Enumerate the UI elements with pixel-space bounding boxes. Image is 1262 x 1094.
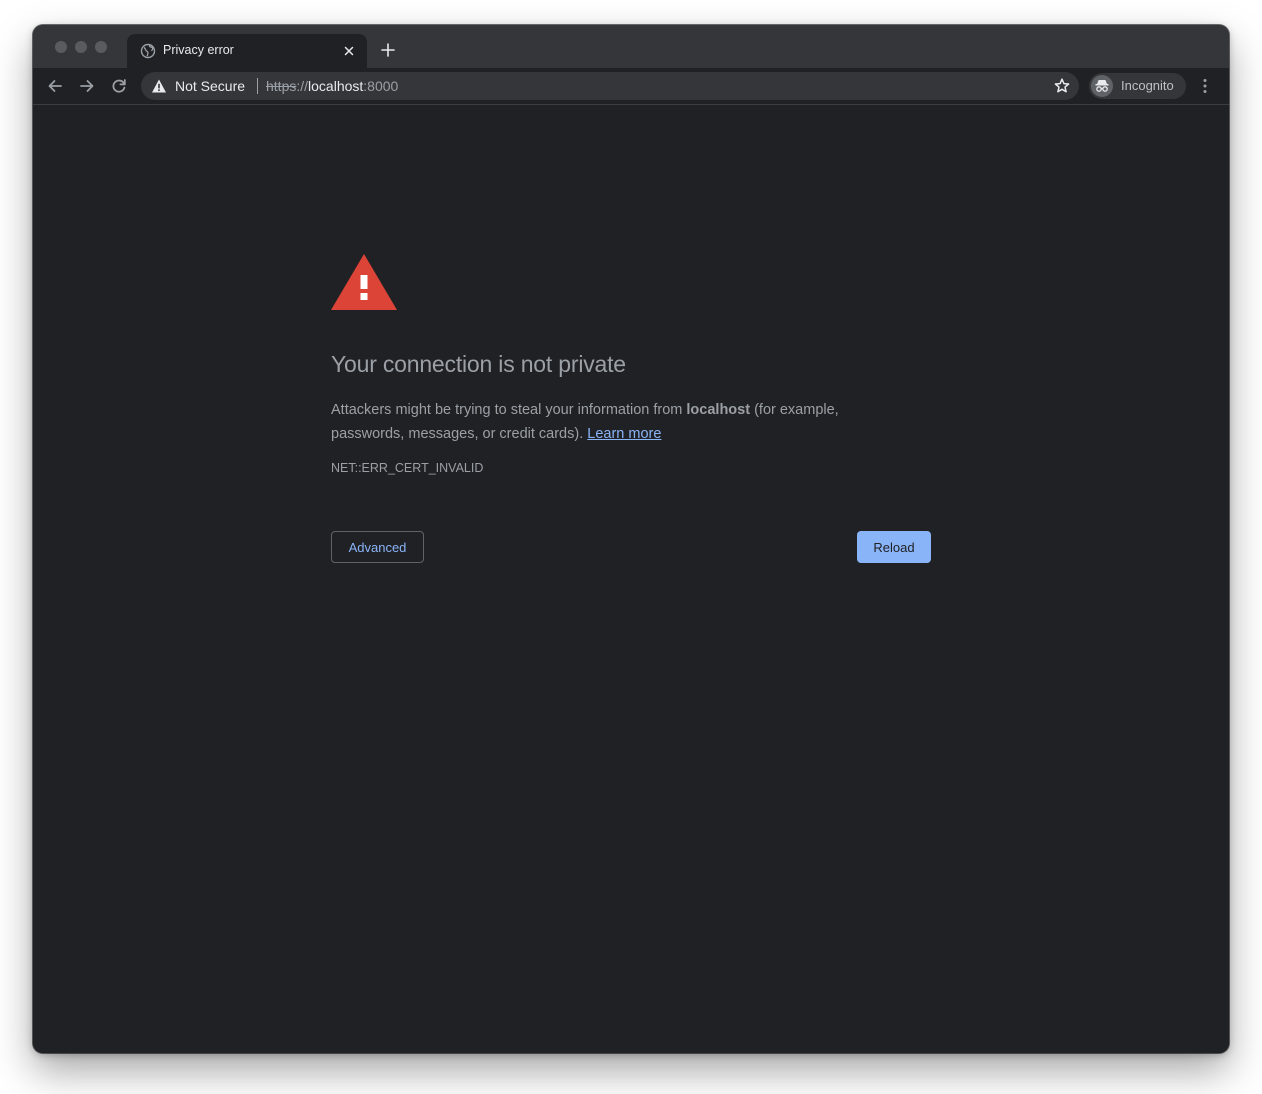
reload-button[interactable]: Reload [857, 531, 931, 563]
star-icon[interactable] [1053, 77, 1071, 95]
error-code: NET::ERR_CERT_INVALID [331, 461, 484, 475]
plus-icon[interactable] [380, 42, 396, 58]
warning-triangle-icon[interactable] [151, 78, 167, 94]
url-scheme: https [266, 78, 297, 94]
close-window-button[interactable] [55, 41, 67, 53]
url-host: localhost [308, 78, 364, 94]
description-text: Attackers might be trying to steal your … [331, 402, 687, 418]
url-port: :8000 [363, 78, 399, 94]
page-title: Your connection is not private [331, 351, 626, 377]
active-tab[interactable]: Privacy error [127, 34, 367, 68]
learn-more-link[interactable]: Learn more [587, 426, 661, 442]
url-scheme-separator: :// [296, 78, 309, 94]
advanced-button[interactable]: Advanced [331, 531, 424, 563]
forward-arrow-icon[interactable] [77, 76, 97, 96]
back-arrow-icon[interactable] [45, 76, 65, 96]
tab-title: Privacy error [163, 43, 234, 57]
minimize-window-button[interactable] [75, 41, 87, 53]
tab-strip: Privacy error [33, 25, 1229, 68]
divider [257, 78, 258, 94]
close-icon[interactable] [341, 43, 357, 59]
address-bar[interactable]: Not Secure https://localhost:8000 [141, 72, 1079, 100]
incognito-icon [1091, 75, 1113, 97]
kebab-menu-icon[interactable] [1196, 77, 1214, 95]
error-triangle-icon [330, 253, 398, 311]
error-description: Attackers might be trying to steal your … [331, 398, 891, 446]
browser-window: Privacy error Not Secure https://localho… [33, 25, 1229, 1053]
incognito-profile-button[interactable]: Incognito [1089, 73, 1186, 99]
page-content: Your connection is not private Attackers… [33, 105, 1229, 1053]
reload-icon[interactable] [109, 76, 129, 96]
maximize-window-button[interactable] [95, 41, 107, 53]
description-host: localhost [686, 402, 751, 418]
url-text[interactable]: https://localhost:8000 [266, 78, 398, 94]
security-label[interactable]: Not Secure [175, 78, 245, 94]
incognito-label: Incognito [1121, 78, 1174, 93]
globe-icon [140, 43, 156, 59]
toolbar: Not Secure https://localhost:8000 Incogn [33, 68, 1229, 105]
